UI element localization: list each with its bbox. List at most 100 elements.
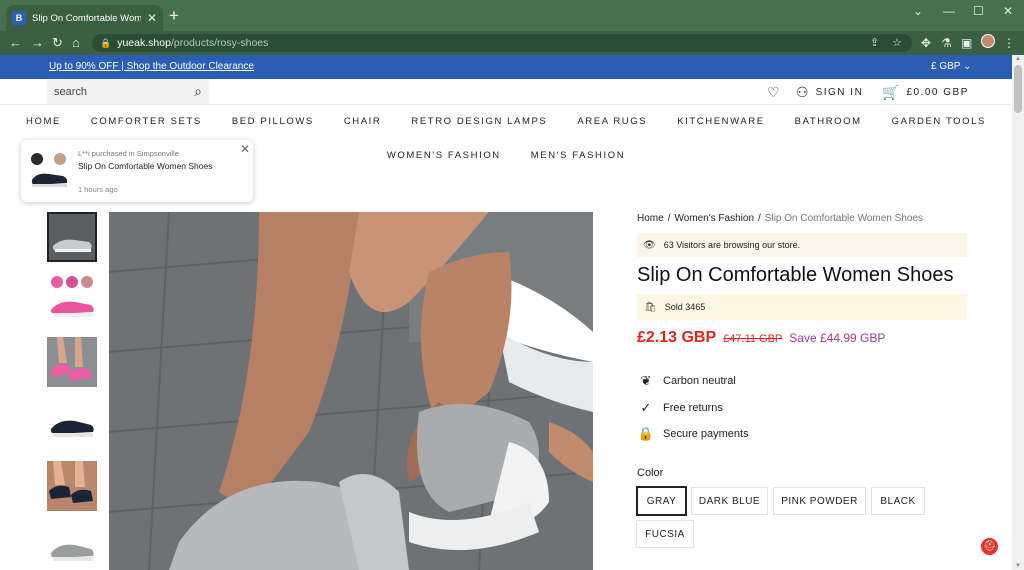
notification-product-image [29, 150, 69, 192]
color-option-pink-powder[interactable]: PINK POWDER [773, 487, 866, 515]
nav-item-home[interactable]: HOME [26, 116, 61, 127]
breadcrumb-current: Slip On Comfortable Women Shoes [764, 213, 924, 224]
nav-item-comforter-sets[interactable]: COMFORTER SETS [91, 116, 202, 127]
site-search: ⌕ [47, 79, 209, 104]
nav-item-garden-tools[interactable]: GARDEN TOOLS [892, 116, 986, 127]
flask-icon[interactable]: ⚗ [941, 35, 952, 51]
nav-item-chair[interactable]: CHAIR [344, 116, 382, 127]
header-divider [0, 104, 1012, 105]
feature-label: Carbon neutral [663, 375, 736, 387]
color-option-black[interactable]: BLACK [871, 487, 925, 515]
thumbnail-worn-navy[interactable] [47, 461, 97, 511]
color-option-dark-blue[interactable]: DARK BLUE [691, 487, 768, 515]
tab-search-chevron-icon[interactable]: ⌄ [913, 4, 923, 18]
forward-arrow-icon[interactable]: → [31, 35, 44, 51]
feature-carbon-neutral: ❦ Carbon neutral [637, 373, 736, 389]
leaf-icon: ❦ [640, 373, 652, 388]
eye-icon: 👁 [643, 239, 656, 251]
nav-item-mens-fashion[interactable]: MEN'S FASHION [531, 150, 625, 161]
user-icon: ⚇ [796, 84, 809, 100]
cart-icon: 🛒 [882, 84, 900, 100]
promo-bar: Up to 90% OFF | Shop the Outdoor Clearan… [0, 55, 1012, 79]
breadcrumb-separator: / [667, 213, 671, 224]
share-icon[interactable]: ⇪ [870, 36, 879, 49]
browser-tab-strip: B Slip On Comfortable Women Sh ✕ + ⌄ — ☐… [0, 0, 1024, 31]
address-bar[interactable]: 🔒 yueak.shop/products/rosy-shoes ⇪ ☆ [92, 34, 912, 52]
notification-product[interactable]: Slip On Comfortable Women Shoes [78, 161, 213, 171]
back-arrow-icon[interactable]: ← [9, 35, 22, 51]
nav-item-bed-pillows[interactable]: BED PILLOWS [232, 116, 314, 127]
search-input[interactable] [54, 85, 184, 98]
gray-shoe-2-thumbnail-image [47, 523, 97, 570]
scroll-thumb[interactable] [1014, 65, 1022, 113]
breadcrumb-home[interactable]: Home [637, 213, 664, 224]
promo-link[interactable]: Up to 90% OFF | Shop the Outdoor Clearan… [49, 61, 254, 72]
product-title: Slip On Comfortable Women Shoes [637, 264, 954, 286]
shopping-bag-icon: 🛍 [644, 301, 657, 313]
url-path: /products/rosy-shoes [170, 37, 269, 49]
nav-item-bathroom[interactable]: BATHROOM [795, 116, 862, 127]
sign-in-link[interactable]: ⚇ SIGN IN [796, 84, 863, 101]
browser-toolbar: ← → ↻ ⌂ 🔒 yueak.shop/products/rosy-shoes… [0, 31, 1024, 55]
bookmark-star-icon[interactable]: ☆ [892, 36, 902, 49]
black-shoe-thumbnail-image [47, 399, 97, 449]
minimize-icon[interactable]: — [943, 4, 955, 18]
side-panel-icon[interactable]: ▣ [961, 35, 972, 51]
gray-shoe-thumbnail-image [49, 214, 95, 260]
close-window-icon[interactable]: ✕ [1003, 4, 1013, 18]
home-icon[interactable]: ⌂ [72, 35, 80, 51]
feature-secure-payments: 🔒 Secure payments [637, 426, 749, 442]
sale-price: £2.13 GBP [637, 329, 717, 346]
nav-item-womens-fashion[interactable]: WOMEN'S FASHION [387, 150, 501, 161]
price-row: £2.13 GBP £47.11 GBP Save £44.99 GBP [637, 329, 885, 347]
nav-item-kitchenware[interactable]: KITCHENWARE [677, 116, 764, 127]
pink-worn-thumbnail-image [47, 337, 97, 387]
chevron-down-icon: ⌄ [963, 61, 972, 72]
nav-item-retro-design-lamps[interactable]: RETRO DESIGN LAMPS [411, 116, 547, 127]
cart-link[interactable]: 🛒 £0.00 GBP [882, 84, 969, 101]
purchase-notification[interactable]: L**i purchased in Simpsonville Slip On C… [21, 140, 253, 202]
profile-avatar[interactable] [981, 34, 995, 48]
check-circle-icon: ✓ [640, 400, 652, 415]
thumbnail-pink-worn[interactable] [47, 337, 97, 387]
chat-help-icon[interactable]: ⛑ [981, 538, 998, 555]
feature-label: Secure payments [663, 428, 749, 440]
pink-shoes-thumbnail-image [47, 274, 97, 324]
color-label: Color [637, 467, 664, 479]
scroll-up-icon[interactable]: ▲ [1015, 56, 1021, 62]
maximize-icon[interactable]: ☐ [973, 4, 984, 18]
url-host: yueak.shop [117, 37, 171, 49]
thumbnail-pink-shoes[interactable] [47, 274, 97, 324]
worn-navy-thumbnail-image [47, 461, 97, 511]
breadcrumb-category[interactable]: Women's Fashion [674, 213, 754, 224]
cart-total: £0.00 GBP [906, 87, 969, 98]
nav-item-area-rugs[interactable]: AREA RUGS [577, 116, 647, 127]
new-tab-icon[interactable]: + [169, 6, 179, 26]
browser-tab[interactable]: B Slip On Comfortable Women Sh ✕ [6, 5, 163, 31]
search-icon[interactable]: ⌕ [194, 83, 202, 100]
main-nav-row-1: HOME COMFORTER SETS BED PILLOWS CHAIR RE… [0, 116, 1012, 127]
wishlist-heart-icon[interactable]: ♡ [767, 84, 780, 101]
color-option-gray[interactable]: GRAY [636, 486, 687, 516]
sold-count: Sold 3465 [664, 302, 706, 312]
close-icon[interactable]: ✕ [240, 142, 250, 156]
close-tab-icon[interactable]: ✕ [147, 11, 157, 25]
scroll-down-icon[interactable]: ▼ [1015, 563, 1021, 569]
thumbnail-gray-shoe-2[interactable] [47, 523, 97, 570]
visitors-banner: 👁 63 Visitors are browsing our store. [637, 233, 967, 257]
tab-title: Slip On Comfortable Women Sh [32, 12, 141, 24]
site-favicon-icon: B [12, 11, 26, 25]
menu-dots-icon[interactable]: ⋮ [1003, 35, 1015, 51]
thumbnail-gray-shoe[interactable] [47, 212, 97, 262]
lock-icon: 🔒 [100, 37, 112, 48]
extensions-puzzle-icon[interactable]: ✥ [921, 35, 931, 51]
currency-label: £ GBP [931, 61, 961, 72]
notification-buyer: L**i purchased in Simpsonville [78, 149, 179, 158]
reload-icon[interactable]: ↻ [52, 35, 63, 51]
page-scrollbar[interactable]: ▲ ▼ [1012, 55, 1024, 570]
color-option-fucsia[interactable]: FUCSIA [636, 520, 694, 548]
currency-selector[interactable]: £ GBP ⌄ [931, 61, 971, 72]
main-product-image[interactable] [109, 212, 593, 570]
notification-time: 1 hours ago [78, 185, 118, 194]
thumbnail-black-shoe[interactable] [47, 399, 97, 449]
